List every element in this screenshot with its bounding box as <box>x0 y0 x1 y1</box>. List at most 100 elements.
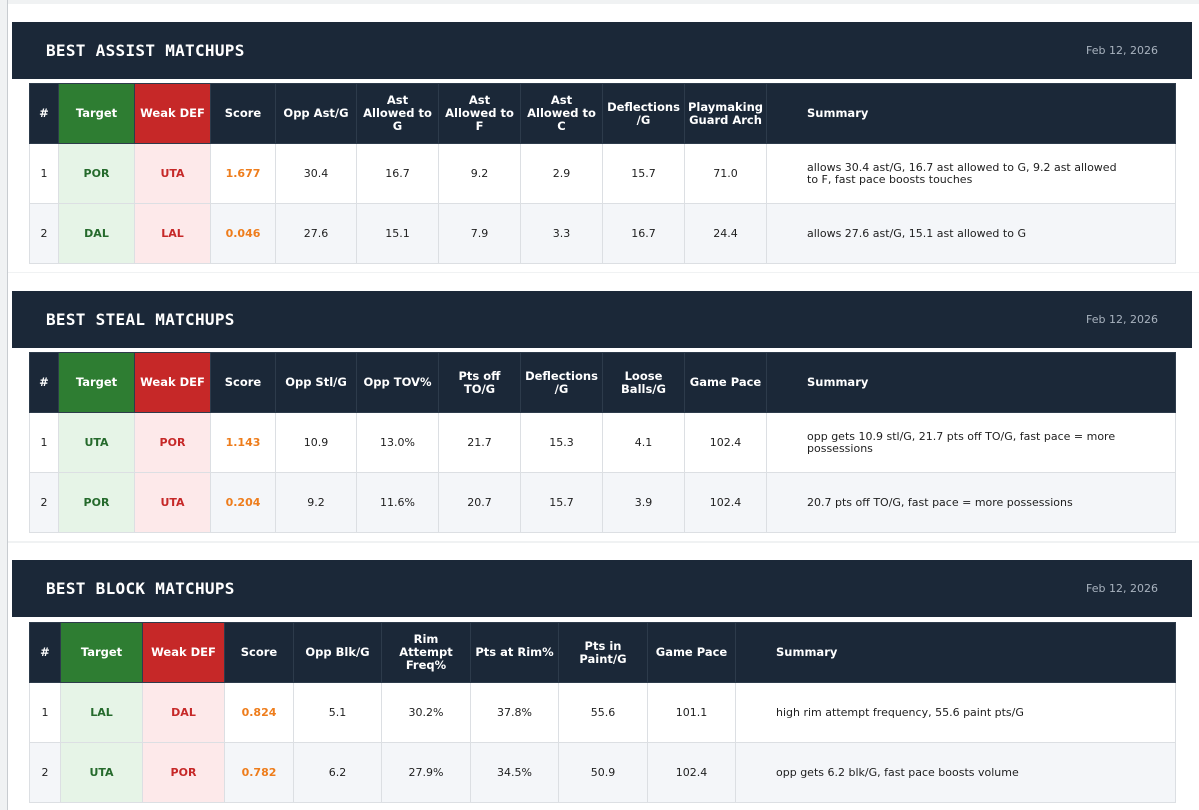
game-pace-cell: 101.1 <box>647 682 736 743</box>
col-target[interactable]: Target <box>58 83 135 144</box>
section-title: BEST ASSIST MATCHUPS <box>46 41 245 60</box>
score-cell: 0.204 <box>210 472 276 533</box>
section-banner: BEST STEAL MATCHUPS Feb 12, 2026 <box>12 291 1192 348</box>
summary-cell: opp gets 10.9 stl/G, 21.7 pts off TO/G, … <box>766 412 1176 473</box>
col-game-pace[interactable]: Game Pace <box>684 352 767 413</box>
col-weak-def[interactable]: Weak DEF <box>142 622 225 683</box>
col-target[interactable]: Target <box>60 622 143 683</box>
weak-def-cell: UTA <box>134 143 211 204</box>
col-weak-def[interactable]: Weak DEF <box>134 83 211 144</box>
opp-ast-cell: 30.4 <box>275 143 357 204</box>
target-cell: POR <box>58 143 135 204</box>
game-pace-cell: 102.4 <box>647 742 736 803</box>
rank-cell: 2 <box>29 203 59 264</box>
col-pts-in-paint[interactable]: Pts in Paint/G <box>558 622 648 683</box>
rank-cell: 1 <box>29 682 61 743</box>
summary-cell: allows 30.4 ast/G, 16.7 ast allowed to G… <box>766 143 1176 204</box>
score-cell: 0.824 <box>224 682 294 743</box>
col-opp-blk[interactable]: Opp Blk/G <box>293 622 382 683</box>
score-cell: 1.677 <box>210 143 276 204</box>
opp-tov-cell: 11.6% <box>356 472 439 533</box>
col-loose-balls[interactable]: Loose Balls/G <box>602 352 685 413</box>
col-opp-ast[interactable]: Opp Ast/G <box>275 83 357 144</box>
target-cell: UTA <box>58 412 135 473</box>
col-ast-allowed-g[interactable]: Ast Allowed to G <box>356 83 439 144</box>
col-ast-allowed-c[interactable]: Ast Allowed to C <box>520 83 603 144</box>
ast-allowed-f-cell: 9.2 <box>438 143 521 204</box>
block-matchups-section: BEST BLOCK MATCHUPS Feb 12, 2026 # Targe… <box>8 543 1199 810</box>
section-date: Feb 12, 2026 <box>1086 582 1158 595</box>
loose-balls-cell: 4.1 <box>602 412 685 473</box>
col-deflections[interactable]: Deflections /G <box>520 352 603 413</box>
section-date: Feb 12, 2026 <box>1086 44 1158 57</box>
table-header-row: # Target Weak DEF Score Opp Ast/G Ast Al… <box>29 83 1176 144</box>
col-summary[interactable]: Summary <box>735 622 1176 683</box>
score-cell: 0.782 <box>224 742 294 803</box>
col-deflections[interactable]: Deflections /G <box>602 83 685 144</box>
col-score[interactable]: Score <box>224 622 294 683</box>
rank-cell: 1 <box>29 143 59 204</box>
deflections-cell: 15.3 <box>520 412 603 473</box>
opp-tov-cell: 13.0% <box>356 412 439 473</box>
table-row[interactable]: 2 UTA POR 0.782 6.2 27.9% 34.5% 50.9 102… <box>29 742 1176 803</box>
ast-allowed-c-cell: 2.9 <box>520 143 603 204</box>
game-pace-cell: 102.4 <box>684 472 767 533</box>
table-row[interactable]: 1 LAL DAL 0.824 5.1 30.2% 37.8% 55.6 101… <box>29 682 1176 743</box>
summary-cell: 20.7 pts off TO/G, fast pace = more poss… <box>766 472 1176 533</box>
weak-def-cell: LAL <box>134 203 211 264</box>
col-rank[interactable]: # <box>29 83 59 144</box>
table-row[interactable]: 1 POR UTA 1.677 30.4 16.7 9.2 2.9 15.7 7… <box>29 143 1176 204</box>
table-row[interactable]: 2 POR UTA 0.204 9.2 11.6% 20.7 15.7 3.9 … <box>29 472 1176 533</box>
ast-allowed-g-cell: 16.7 <box>356 143 439 204</box>
rank-cell: 2 <box>29 472 59 533</box>
col-playmaking-guard-arch[interactable]: Playmaking Guard Arch <box>684 83 767 144</box>
steal-matchups-section: BEST STEAL MATCHUPS Feb 12, 2026 # Targe… <box>8 273 1199 541</box>
pts-at-rim-cell: 34.5% <box>470 742 559 803</box>
playmaking-guard-arch-cell: 71.0 <box>684 143 767 204</box>
col-score[interactable]: Score <box>210 83 276 144</box>
summary-cell: opp gets 6.2 blk/G, fast pace boosts vol… <box>735 742 1176 803</box>
deflections-cell: 16.7 <box>602 203 685 264</box>
pts-off-to-cell: 21.7 <box>438 412 521 473</box>
rank-cell: 1 <box>29 412 59 473</box>
pts-off-to-cell: 20.7 <box>438 472 521 533</box>
col-pts-off-to[interactable]: Pts off TO/G <box>438 352 521 413</box>
summary-cell: allows 27.6 ast/G, 15.1 ast allowed to G <box>766 203 1176 264</box>
col-opp-stl[interactable]: Opp Stl/G <box>275 352 357 413</box>
col-opp-tov[interactable]: Opp TOV% <box>356 352 439 413</box>
deflections-cell: 15.7 <box>602 143 685 204</box>
col-game-pace[interactable]: Game Pace <box>647 622 736 683</box>
col-pts-at-rim[interactable]: Pts at Rim% <box>470 622 559 683</box>
score-cell: 1.143 <box>210 412 276 473</box>
section-banner: BEST BLOCK MATCHUPS Feb 12, 2026 <box>12 560 1192 617</box>
pts-at-rim-cell: 37.8% <box>470 682 559 743</box>
table-row[interactable]: 2 DAL LAL 0.046 27.6 15.1 7.9 3.3 16.7 2… <box>29 203 1176 264</box>
target-cell: DAL <box>58 203 135 264</box>
table-header-row: # Target Weak DEF Score Opp Stl/G Opp TO… <box>29 352 1176 413</box>
col-score[interactable]: Score <box>210 352 276 413</box>
col-target[interactable]: Target <box>58 352 135 413</box>
summary-cell: high rim attempt frequency, 55.6 paint p… <box>735 682 1176 743</box>
weak-def-cell: POR <box>134 412 211 473</box>
col-summary[interactable]: Summary <box>766 352 1176 413</box>
pts-in-paint-cell: 55.6 <box>558 682 648 743</box>
col-rank[interactable]: # <box>29 352 59 413</box>
ast-allowed-f-cell: 7.9 <box>438 203 521 264</box>
col-summary[interactable]: Summary <box>766 83 1176 144</box>
target-cell: POR <box>58 472 135 533</box>
col-weak-def[interactable]: Weak DEF <box>134 352 211 413</box>
score-cell: 0.046 <box>210 203 276 264</box>
target-cell: LAL <box>60 682 143 743</box>
loose-balls-cell: 3.9 <box>602 472 685 533</box>
col-rank[interactable]: # <box>29 622 61 683</box>
section-date: Feb 12, 2026 <box>1086 313 1158 326</box>
target-cell: UTA <box>60 742 143 803</box>
opp-stl-cell: 9.2 <box>275 472 357 533</box>
ast-allowed-c-cell: 3.3 <box>520 203 603 264</box>
table-row[interactable]: 1 UTA POR 1.143 10.9 13.0% 21.7 15.3 4.1… <box>29 412 1176 473</box>
assist-matchups-table: # Target Weak DEF Score Opp Ast/G Ast Al… <box>29 83 1176 264</box>
assist-matchups-section: BEST ASSIST MATCHUPS Feb 12, 2026 # Targ… <box>8 4 1199 272</box>
col-ast-allowed-f[interactable]: Ast Allowed to F <box>438 83 521 144</box>
col-rim-attempt-freq[interactable]: Rim Attempt Freq% <box>381 622 471 683</box>
playmaking-guard-arch-cell: 24.4 <box>684 203 767 264</box>
